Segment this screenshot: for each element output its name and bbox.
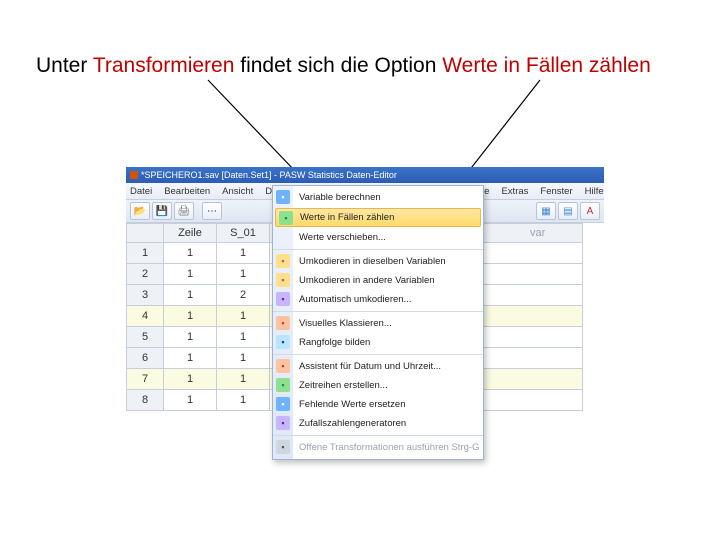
- menu-item-label: Automatisch umkodieren...: [299, 294, 411, 305]
- menu-item-label: Assistent für Datum und Uhrzeit...: [299, 361, 441, 372]
- menu-item-label: Fehlende Werte ersetzen: [299, 399, 406, 410]
- open-icon[interactable]: 📂: [130, 202, 150, 220]
- app-icon: [130, 171, 138, 179]
- menu-separator: [273, 354, 483, 355]
- menu-item-icon: ▪: [276, 316, 290, 330]
- menu-extras[interactable]: Extras: [501, 186, 528, 197]
- row-number[interactable]: 1: [127, 243, 164, 264]
- menu-item-icon: ▪: [276, 359, 290, 373]
- cell-s01[interactable]: 1: [217, 264, 270, 285]
- menu-item-label: Werte in Fällen zählen: [300, 212, 394, 223]
- menu-item-icon: ▪: [276, 292, 290, 306]
- menu-separator: [273, 311, 483, 312]
- cell-zeile[interactable]: 1: [164, 369, 217, 390]
- row-number[interactable]: 8: [127, 390, 164, 411]
- row-number[interactable]: 5: [127, 327, 164, 348]
- menu-item[interactable]: ▪ Zeitreihen erstellen...: [273, 376, 483, 395]
- caption-red2: Werte in Fällen zählen: [442, 54, 651, 77]
- menu-item-label: Rangfolge bilden: [299, 337, 370, 348]
- caption: Unter Transformieren findet sich die Opt…: [36, 54, 651, 78]
- menu-bearbeiten[interactable]: Bearbeiten: [164, 186, 210, 197]
- titlebar-text: *SPEICHERO1.sav [Daten.Set1] - PASW Stat…: [141, 170, 397, 180]
- cell-zeile[interactable]: 1: [164, 285, 217, 306]
- menu-item-icon: ▪: [276, 254, 290, 268]
- menu-item-icon: ▪: [276, 416, 290, 430]
- menu-ansicht[interactable]: Ansicht: [222, 186, 253, 197]
- menu-item-label: Visuelles Klassieren...: [299, 318, 392, 329]
- col-s01[interactable]: S_01: [217, 224, 270, 243]
- cell-zeile[interactable]: 1: [164, 306, 217, 327]
- cell-s01[interactable]: 1: [217, 348, 270, 369]
- menu-item-label: Werte verschieben...: [299, 232, 386, 243]
- row-number[interactable]: 6: [127, 348, 164, 369]
- labels-icon[interactable]: A: [580, 202, 600, 220]
- cell-s01[interactable]: 2: [217, 285, 270, 306]
- titlebar: *SPEICHERO1.sav [Daten.Set1] - PASW Stat…: [126, 167, 604, 183]
- cell-s01[interactable]: 1: [217, 327, 270, 348]
- cell-zeile[interactable]: 1: [164, 243, 217, 264]
- row-number[interactable]: 4: [127, 306, 164, 327]
- menu-item[interactable]: ▪ Werte in Fällen zählen: [275, 208, 481, 227]
- menu-item-icon: ▪: [276, 273, 290, 287]
- menu-item-icon: ▪: [276, 397, 290, 411]
- menu-item-label: Zufallszahlengeneratoren: [299, 418, 406, 429]
- menu-item-label: Variable berechnen: [299, 192, 381, 203]
- save-icon[interactable]: 💾: [152, 202, 172, 220]
- cell-s01[interactable]: 1: [217, 369, 270, 390]
- caption-pre: Unter: [36, 54, 93, 77]
- cell-zeile[interactable]: 1: [164, 264, 217, 285]
- menu-item[interactable]: Werte verschieben...: [273, 228, 483, 247]
- menu-item-icon: ▪: [276, 440, 290, 454]
- menu-item[interactable]: ▪ Automatisch umkodieren...: [273, 290, 483, 309]
- chart-icon[interactable]: ▤: [558, 202, 578, 220]
- menu-separator: [273, 249, 483, 250]
- menu-item[interactable]: ▪ Variable berechnen: [273, 188, 483, 207]
- menu-item[interactable]: ▪ Umkodieren in andere Variablen: [273, 271, 483, 290]
- menu-item: ▪ Offene Transformationen ausführen Strg-…: [273, 438, 483, 457]
- print-icon[interactable]: 🖨: [174, 202, 194, 220]
- menu-item-label: Zeitreihen erstellen...: [299, 380, 388, 391]
- menu-item-icon: ▪: [276, 335, 290, 349]
- cell-zeile[interactable]: 1: [164, 348, 217, 369]
- menu-item-icon: ▪: [279, 211, 293, 225]
- cell-s01[interactable]: 1: [217, 243, 270, 264]
- menu-item-icon: ▪: [276, 190, 290, 204]
- menu-item-icon: ▪: [276, 378, 290, 392]
- menu-item[interactable]: ▪ Assistent für Datum und Uhrzeit...: [273, 357, 483, 376]
- menu-separator: [273, 435, 483, 436]
- cell-zeile[interactable]: 1: [164, 327, 217, 348]
- menu-item[interactable]: ▪ Umkodieren in dieselben Variablen: [273, 252, 483, 271]
- menu-item[interactable]: ▪ Visuelles Klassieren...: [273, 314, 483, 333]
- row-number[interactable]: 2: [127, 264, 164, 285]
- toolbar-button[interactable]: ⋯: [202, 202, 222, 220]
- caption-red1: Transformieren: [93, 54, 235, 77]
- menu-fenster[interactable]: Fenster: [540, 186, 572, 197]
- menu-item-label: Umkodieren in andere Variablen: [299, 275, 435, 286]
- menu-hilfe[interactable]: Hilfe: [585, 186, 604, 197]
- cell-s01[interactable]: 1: [217, 390, 270, 411]
- cell-s01[interactable]: 1: [217, 306, 270, 327]
- col-zeile[interactable]: Zeile: [164, 224, 217, 243]
- menu-datei[interactable]: Datei: [130, 186, 152, 197]
- caption-mid: findet sich die Option: [234, 54, 442, 77]
- cell-zeile[interactable]: 1: [164, 390, 217, 411]
- menu-item[interactable]: ▪ Rangfolge bilden: [273, 333, 483, 352]
- menu-item[interactable]: ▪ Fehlende Werte ersetzen: [273, 395, 483, 414]
- menu-item[interactable]: ▪ Zufallszahlengeneratoren: [273, 414, 483, 433]
- row-number[interactable]: 7: [127, 369, 164, 390]
- row-number[interactable]: 3: [127, 285, 164, 306]
- col-rowhd[interactable]: [127, 224, 164, 243]
- menu-item-label: Umkodieren in dieselben Variablen: [299, 256, 446, 267]
- chart-icon[interactable]: ▦: [536, 202, 556, 220]
- menu-item-label: Offene Transformationen ausführen Strg-G: [299, 442, 479, 453]
- transform-menu[interactable]: ▪ Variable berechnen ▪ Werte in Fällen zähl…: [272, 185, 484, 460]
